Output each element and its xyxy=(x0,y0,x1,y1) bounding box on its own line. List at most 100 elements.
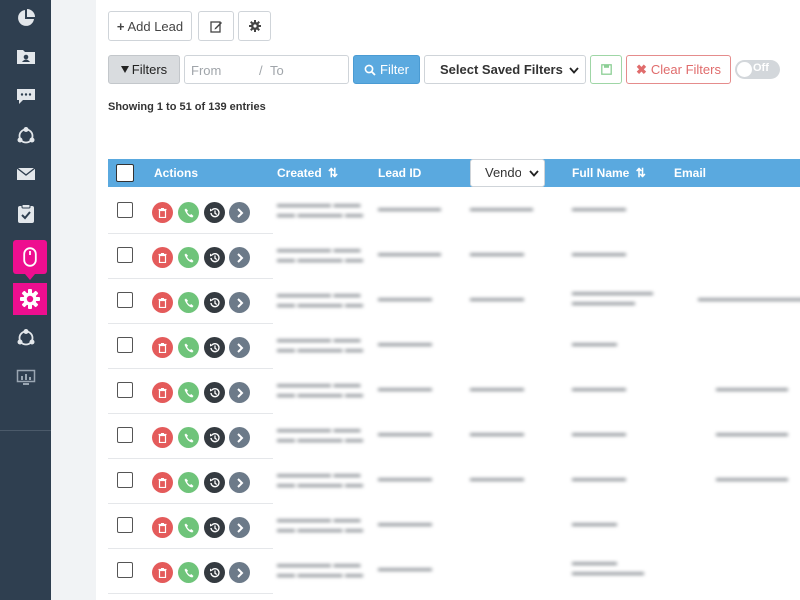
sidebar-item-network-2[interactable] xyxy=(0,320,51,356)
call-button[interactable] xyxy=(178,337,199,358)
row-checkbox[interactable] xyxy=(117,517,133,533)
view-lead-button[interactable] xyxy=(229,472,250,493)
history-icon xyxy=(209,432,220,442)
call-button[interactable] xyxy=(178,562,199,583)
history-button[interactable] xyxy=(204,202,225,223)
delete-button[interactable] xyxy=(152,292,173,313)
redacted-cell: ▬▬▬▬▬▬ xyxy=(378,518,432,528)
main-content: + Add Lead Filters From / To Filter Sele… xyxy=(96,0,800,600)
sidebar-item-mail[interactable] xyxy=(0,156,51,192)
sidebar-item-dashboard[interactable] xyxy=(0,0,51,36)
history-button[interactable] xyxy=(204,427,225,448)
sidebar-item-messages[interactable] xyxy=(0,78,51,114)
view-lead-button[interactable] xyxy=(229,517,250,538)
delete-button[interactable] xyxy=(152,427,173,448)
delete-button[interactable] xyxy=(152,562,173,583)
history-button[interactable] xyxy=(204,292,225,313)
redacted-cell: ▬▬ ▬▬▬▬▬ ▬▬ xyxy=(277,299,364,309)
sidebar-item-network[interactable] xyxy=(0,118,51,154)
view-lead-button[interactable] xyxy=(229,202,250,223)
save-icon xyxy=(600,64,612,75)
sidebar-item-reports[interactable] xyxy=(0,360,51,396)
row-checkbox[interactable] xyxy=(117,337,133,353)
history-button[interactable] xyxy=(204,472,225,493)
row-checkbox[interactable] xyxy=(117,292,133,308)
clear-filters-button[interactable]: ✖ Clear Filters xyxy=(626,55,731,84)
history-button[interactable] xyxy=(204,247,225,268)
row-checkbox[interactable] xyxy=(117,562,133,578)
row-checkbox[interactable] xyxy=(117,202,133,218)
view-lead-button[interactable] xyxy=(229,337,250,358)
edit-button[interactable] xyxy=(198,11,234,41)
date-range-input[interactable]: From / To xyxy=(184,55,349,84)
row-checkbox[interactable] xyxy=(117,427,133,443)
row-divider xyxy=(108,593,273,594)
filters-toggle-button[interactable]: Filters xyxy=(108,55,180,84)
settings-button[interactable] xyxy=(238,11,271,41)
gear-icon xyxy=(20,289,40,309)
column-full-name-label: Full Name xyxy=(572,166,630,180)
monitor-chart-icon xyxy=(16,369,35,385)
history-button[interactable] xyxy=(204,337,225,358)
history-button[interactable] xyxy=(204,517,225,538)
delete-button[interactable] xyxy=(152,202,173,223)
trash-icon xyxy=(158,387,167,398)
delete-button[interactable] xyxy=(152,472,173,493)
sidebar-item-clicks[interactable] xyxy=(13,240,47,274)
view-lead-button[interactable] xyxy=(229,382,250,403)
call-button[interactable] xyxy=(178,517,199,538)
redacted-cell: ▬▬ ▬▬▬▬▬ ▬▬ xyxy=(277,254,364,264)
call-button[interactable] xyxy=(178,202,199,223)
filter-button[interactable]: Filter xyxy=(353,55,420,84)
delete-button[interactable] xyxy=(152,517,173,538)
sidebar-item-contacts[interactable] xyxy=(0,38,51,74)
table-row: ▬▬▬▬▬▬ ▬▬▬ ▬▬ ▬▬▬▬▬ ▬▬ ▬▬▬▬▬▬ ▬▬▬▬▬ xyxy=(108,324,800,369)
delete-button[interactable] xyxy=(152,247,173,268)
view-lead-button[interactable] xyxy=(229,562,250,583)
sort-icon: ⇅ xyxy=(635,166,646,180)
sidebar-item-tasks[interactable] xyxy=(0,196,51,232)
add-lead-button[interactable]: + Add Lead xyxy=(108,11,192,41)
edit-icon xyxy=(209,20,222,33)
history-icon xyxy=(209,522,220,532)
call-button[interactable] xyxy=(178,472,199,493)
redacted-cell: ▬▬▬▬▬▬ xyxy=(378,338,432,348)
row-checkbox[interactable] xyxy=(117,247,133,263)
trash-icon xyxy=(158,432,167,443)
call-button[interactable] xyxy=(178,382,199,403)
checklist-icon xyxy=(17,204,34,223)
chevron-down-icon xyxy=(529,170,539,177)
trash-icon xyxy=(158,477,167,488)
sidebar xyxy=(0,0,51,600)
filter-toggle[interactable]: Off xyxy=(735,60,780,79)
row-checkbox[interactable] xyxy=(117,472,133,488)
redacted-cell: ▬▬▬▬▬▬▬ xyxy=(378,203,441,213)
redacted-cell: ▬▬ ▬▬▬▬▬ ▬▬ xyxy=(277,569,364,579)
call-button[interactable] xyxy=(178,292,199,313)
range-separator: / xyxy=(259,63,263,78)
row-checkbox[interactable] xyxy=(117,382,133,398)
redacted-cell: ▬▬ ▬▬▬▬▬ ▬▬ xyxy=(277,434,364,444)
trash-icon xyxy=(158,252,167,263)
call-button[interactable] xyxy=(178,247,199,268)
delete-button[interactable] xyxy=(152,382,173,403)
redacted-cell: ▬▬▬▬▬▬ ▬▬▬ xyxy=(277,289,361,299)
vendor-select[interactable]: Vendor xyxy=(470,159,545,187)
history-button[interactable] xyxy=(204,562,225,583)
redacted-cell: ▬▬▬▬▬▬▬▬ xyxy=(716,428,788,438)
save-filter-button[interactable] xyxy=(590,55,622,84)
sidebar-item-settings[interactable] xyxy=(13,283,47,315)
view-lead-button[interactable] xyxy=(229,292,250,313)
view-lead-button[interactable] xyxy=(229,247,250,268)
select-all-checkbox[interactable] xyxy=(116,164,134,182)
column-full-name[interactable]: Full Name ⇅ xyxy=(572,159,646,187)
delete-button[interactable] xyxy=(152,337,173,358)
filters-label: Filters xyxy=(131,62,168,77)
history-button[interactable] xyxy=(204,382,225,403)
saved-filters-select[interactable]: Select Saved Filters xyxy=(424,55,586,84)
column-created[interactable]: Created ⇅ xyxy=(277,159,338,187)
call-button[interactable] xyxy=(178,427,199,448)
view-lead-button[interactable] xyxy=(229,427,250,448)
chevron-right-icon xyxy=(236,567,243,578)
phone-icon xyxy=(184,208,193,217)
